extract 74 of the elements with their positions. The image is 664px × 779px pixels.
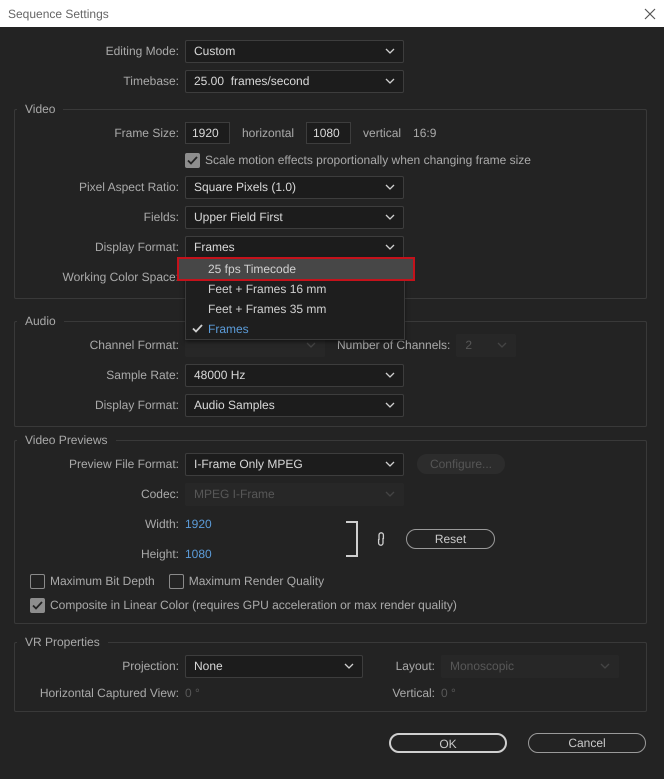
caret-icon bbox=[385, 402, 395, 408]
value-text[interactable]: 1080 bbox=[185, 545, 335, 563]
dropdown[interactable]: Audio Samples bbox=[185, 394, 404, 416]
field-label: vertical bbox=[363, 125, 402, 142]
field-label: Channel Format: bbox=[88, 337, 180, 354]
field-label: Horizontal Captured View: bbox=[38, 685, 180, 702]
number-field[interactable]: 1920 bbox=[185, 122, 230, 144]
field-label: Editing Mode: bbox=[104, 43, 180, 60]
field-label: Sample Rate: bbox=[105, 367, 180, 384]
field-label: Pixel Aspect Ratio: bbox=[78, 179, 180, 196]
link-icon bbox=[376, 531, 386, 547]
field-label: Frame Size: bbox=[113, 125, 180, 142]
menu-item[interactable]: Frames bbox=[186, 318, 404, 338]
caret-icon bbox=[344, 663, 354, 669]
checkbox[interactable] bbox=[185, 152, 200, 168]
dropdown[interactable]: Custom bbox=[185, 40, 404, 62]
menu-item[interactable]: 25 fps Timecode bbox=[179, 258, 413, 278]
caret-icon bbox=[385, 491, 395, 497]
dropdown[interactable]: None bbox=[185, 654, 363, 678]
field-label: Preview File Format: bbox=[68, 456, 180, 473]
caret-icon bbox=[385, 214, 395, 220]
dialog-button[interactable]: Cancel bbox=[528, 733, 646, 753]
dropdown[interactable]: Upper Field First bbox=[185, 206, 404, 228]
close-button[interactable] bbox=[644, 8, 656, 20]
dropdown[interactable]: Frames bbox=[185, 236, 404, 258]
caret-icon bbox=[497, 342, 508, 348]
field-label: Codec: bbox=[140, 486, 180, 503]
section-title: Video Previews bbox=[24, 433, 108, 447]
reset-button[interactable]: Reset bbox=[406, 529, 495, 549]
checkbox-label: Maximum Render Quality bbox=[188, 573, 324, 590]
checkbox[interactable] bbox=[168, 574, 184, 588]
dropdown[interactable]: Square Pixels (1.0) bbox=[185, 176, 404, 198]
caret-icon bbox=[385, 244, 395, 250]
caret-icon bbox=[385, 461, 395, 467]
field-label: Vertical: bbox=[391, 685, 435, 702]
aspect-ratio-text: 16:9 bbox=[413, 125, 436, 142]
caret-icon bbox=[600, 663, 610, 669]
section-title: VR Properties bbox=[24, 635, 101, 649]
caret-icon bbox=[385, 48, 395, 54]
value-text[interactable]: 1920 bbox=[185, 515, 335, 533]
dropdown[interactable]: 48000 Hz bbox=[185, 364, 404, 386]
close-icon bbox=[644, 8, 656, 20]
checkbox-label: Maximum Bit Depth bbox=[50, 573, 155, 590]
check-icon bbox=[192, 324, 203, 332]
field-label: Number of Channels: bbox=[337, 337, 450, 354]
window-title: Sequence Settings bbox=[8, 6, 109, 22]
section-title: Video bbox=[24, 102, 56, 116]
dropdown[interactable]: I-Frame Only MPEG bbox=[185, 452, 404, 476]
field-label: Width: bbox=[144, 516, 180, 533]
section-title: Audio bbox=[24, 314, 57, 328]
checkbox-label: Scale motion effects proportionally when changing frame size bbox=[205, 152, 531, 169]
field-label: Timebase: bbox=[122, 73, 180, 90]
check-icon bbox=[32, 600, 43, 610]
checkbox[interactable] bbox=[30, 574, 45, 588]
check-icon bbox=[187, 156, 198, 164]
caret-icon bbox=[385, 184, 395, 190]
menu-item[interactable]: Feet + Frames 35 mm bbox=[186, 298, 404, 318]
field-label: Fields: bbox=[142, 209, 180, 226]
checkbox[interactable] bbox=[30, 598, 45, 612]
menu-item[interactable]: Feet + Frames 16 mm bbox=[186, 278, 404, 298]
caret-icon bbox=[385, 372, 395, 378]
field-label: Display Format: bbox=[94, 239, 180, 256]
caret-icon bbox=[306, 342, 316, 348]
field-label: horizontal bbox=[242, 125, 294, 142]
caret-icon bbox=[385, 78, 395, 84]
checkbox-label: Composite in Linear Color (requires GPU acceleration or max render quality) bbox=[50, 597, 457, 614]
number-field[interactable]: 1080 bbox=[306, 122, 352, 144]
field-label: Projection: bbox=[121, 658, 180, 675]
dialog-button[interactable]: OK bbox=[389, 733, 507, 753]
field-label: Layout: bbox=[394, 658, 435, 675]
field-label: Working Color Space: bbox=[62, 269, 180, 286]
field-label: Height: bbox=[140, 546, 180, 563]
field-label: Display Format: bbox=[94, 397, 180, 414]
dropdown[interactable]: 25.00 frames/second bbox=[185, 70, 404, 92]
